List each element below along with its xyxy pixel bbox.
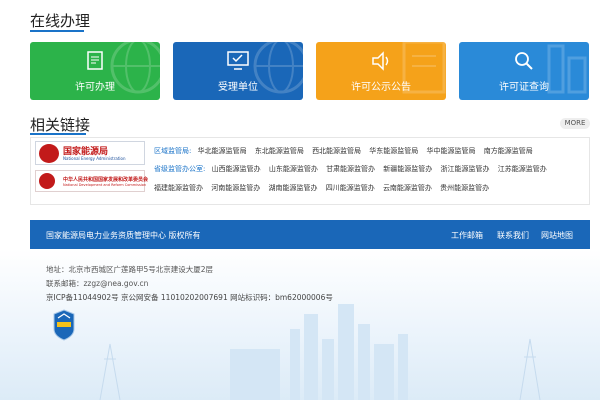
government-site-badge-icon[interactable] (53, 309, 75, 341)
tile-label: 许可公示公告 (351, 82, 411, 93)
nea-logo-link[interactable]: 国家能源局 National Energy Administration (35, 141, 145, 165)
address-text: 地址：北京市西城区广莲路甲5号北京建设大厦2层 (46, 265, 214, 274)
provincial-link[interactable]: 江苏能源监管办 (498, 165, 547, 173)
online-section-title: 在线办理 (30, 12, 91, 30)
tile-label: 许可证查询 (499, 82, 549, 93)
contact-us-link[interactable]: 联系我们 (497, 230, 529, 241)
regional-link[interactable]: 西北能源监管局 (312, 147, 361, 155)
contact-email-text: 联系邮箱：zzgz@nea.gov.cn (46, 279, 149, 288)
links-title-underline (30, 133, 86, 135)
service-tiles: 许可办理 受理单位 许可公示公告 许可证查询 (30, 42, 589, 100)
provincial-link[interactable]: 湖南能源监管办 (268, 184, 317, 192)
national-emblem-icon (39, 144, 59, 163)
tile-license-announcements[interactable]: 许可公示公告 (316, 42, 446, 100)
ndrc-logo-title: 中华人民共和国国家发展和改革委员会 (63, 177, 149, 183)
ndrc-logo-subtitle: National Development and Reform Commissi… (63, 183, 147, 187)
copyright-text: 国家能源局电力业务资质管理中心 版权所有 (46, 231, 201, 240)
provincial-office-links: 省级监管办公室: 山西能源监管办 山东能源监管办 甘肃能源监管办 新疆能源监管办… (154, 164, 553, 174)
online-title-underline (30, 30, 84, 32)
provincial-link[interactable]: 福建能源监管办 (154, 184, 203, 192)
national-emblem-icon (39, 173, 55, 189)
tile-label: 受理单位 (218, 82, 258, 93)
speaker-icon (372, 51, 389, 71)
provincial-office-links-continued: 福建能源监管办 河南能源监管办 湖南能源监管办 四川能源监管办 云南能源监管办 … (154, 183, 495, 193)
provincial-link[interactable]: 山西能源监管办 (212, 165, 261, 173)
certificate-icon (87, 51, 103, 70)
tile-license-apply[interactable]: 许可办理 (30, 42, 160, 100)
provincial-link[interactable]: 浙江能源监管办 (441, 165, 490, 173)
regional-link[interactable]: 华东能源监管局 (369, 147, 418, 155)
regional-bureau-links: 区域监管局: 华北能源监管局 东北能源监管局 西北能源监管局 华东能源监管局 华… (154, 146, 539, 156)
monitor-check-icon (227, 51, 249, 70)
regional-link[interactable]: 东北能源监管局 (255, 147, 304, 155)
magnifier-icon (515, 52, 533, 70)
footer-bar: 国家能源局电力业务资质管理中心 版权所有 工作邮箱 联系我们 网站地图 (30, 220, 590, 249)
work-email-link[interactable]: 工作邮箱 (451, 230, 483, 241)
row-label: 省级监管办公室: (154, 165, 206, 173)
tile-accepting-units[interactable]: 受理单位 (173, 42, 303, 100)
regional-link[interactable]: 南方能源监管局 (484, 147, 533, 155)
provincial-link[interactable]: 河南能源监管办 (211, 184, 260, 192)
provincial-link[interactable]: 四川能源监管办 (326, 184, 375, 192)
regional-link[interactable]: 华北能源监管局 (198, 147, 247, 155)
tile-license-search[interactable]: 许可证查询 (459, 42, 589, 100)
tile-label: 许可办理 (75, 82, 115, 93)
provincial-link[interactable]: 云南能源监管办 (383, 184, 432, 192)
row-label: 区域监管局: (154, 147, 192, 155)
ndrc-logo-link[interactable]: 中华人民共和国国家发展和改革委员会 National Development a… (35, 170, 149, 192)
site-map-link[interactable]: 网站地图 (541, 230, 573, 241)
provincial-link[interactable]: 甘肃能源监管办 (326, 165, 375, 173)
icp-registration-text: 京ICP备11044902号 京公网安备 11010202007691 网站标识… (46, 293, 333, 302)
links-section-title: 相关链接 (30, 116, 91, 134)
more-button[interactable]: MORE (560, 118, 590, 129)
provincial-link[interactable]: 山东能源监管办 (269, 165, 318, 173)
provincial-link[interactable]: 贵州能源监管办 (440, 184, 489, 192)
provincial-link[interactable]: 新疆能源监管办 (383, 165, 432, 173)
regional-link[interactable]: 华中能源监管局 (427, 147, 476, 155)
nea-logo-subtitle: National Energy Administration (63, 156, 126, 161)
